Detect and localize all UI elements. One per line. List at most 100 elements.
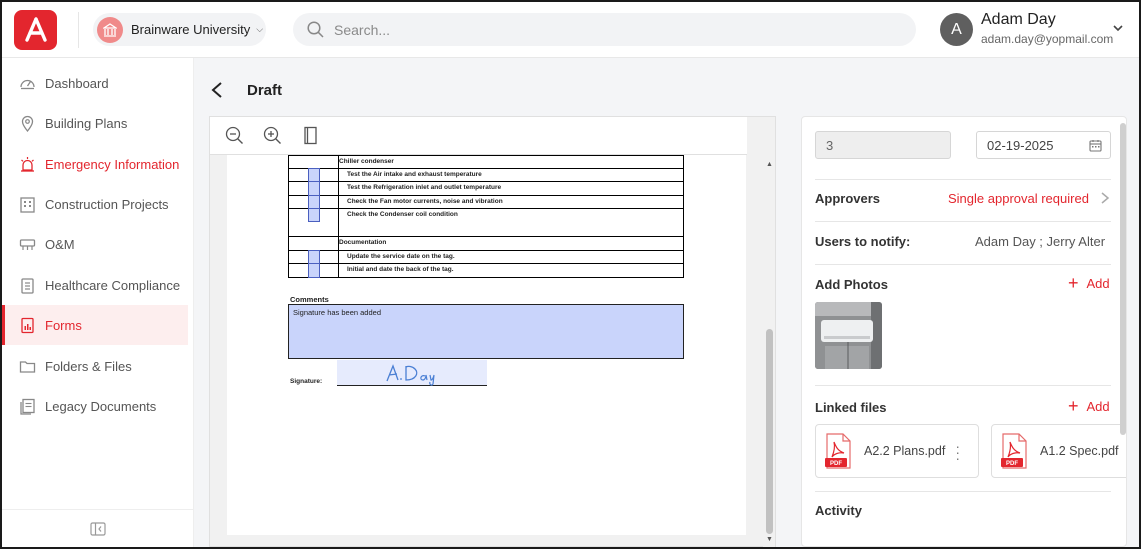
checkbox[interactable]: [308, 250, 320, 264]
panel-scrollbar[interactable]: [1120, 123, 1126, 435]
org-selector[interactable]: Brainware University ⌵: [93, 13, 266, 46]
avatar[interactable]: A: [940, 13, 973, 46]
date-value: 02-19-2025: [987, 138, 1054, 153]
divider: [815, 385, 1111, 386]
handwritten-signature: [386, 364, 435, 386]
activity-label: Activity: [815, 503, 862, 518]
checkbox[interactable]: [308, 168, 320, 182]
photo-thumbnail[interactable]: [815, 302, 882, 369]
photo-image: [815, 302, 882, 369]
svg-text:PDF: PDF: [830, 461, 842, 467]
divider: [78, 12, 79, 48]
scrollbar-thumb[interactable]: [766, 329, 773, 534]
checkbox[interactable]: [308, 208, 320, 222]
file-name: A2.2 Plans.pdf: [864, 444, 946, 458]
zoom-in-button[interactable]: [258, 122, 286, 150]
fit-page-button[interactable]: [296, 122, 324, 150]
divider: [815, 264, 1111, 265]
sidebar-item-label: Legacy Documents: [45, 398, 157, 414]
divider: [815, 491, 1111, 492]
map-pin-icon: [18, 114, 36, 132]
sidebar-item-label: Building Plans: [45, 115, 128, 131]
divider: [815, 221, 1111, 222]
app-logo[interactable]: [14, 10, 57, 50]
add-photos-label: Add Photos: [815, 277, 888, 292]
collapse-sidebar-button[interactable]: [2, 509, 194, 547]
approvers-value[interactable]: Single approval required: [948, 191, 1089, 206]
page-fit-icon: [303, 126, 317, 145]
linked-files-label: Linked files: [815, 400, 887, 415]
sidebar: Dashboard Building Plans Emergency Infor…: [2, 58, 194, 547]
search-bar[interactable]: [293, 13, 916, 46]
zoom-in-icon: [263, 126, 281, 144]
signature-label: Signature:: [290, 378, 323, 385]
approvers-label: Approvers: [815, 191, 881, 206]
more-options-icon[interactable]: · · ·: [955, 439, 960, 465]
form-details-panel: 3 02-19-2025 Approvers Single approval r…: [801, 116, 1127, 547]
sidebar-item-forms[interactable]: Forms: [2, 305, 188, 345]
user-menu-chevron-icon[interactable]: [1112, 22, 1124, 34]
sidebar-item-dashboard[interactable]: Dashboard: [2, 63, 188, 103]
add-photo-button[interactable]: + Add: [1068, 273, 1110, 293]
checkbox[interactable]: [308, 195, 320, 209]
sidebar-item-label: Emergency Information: [45, 156, 180, 172]
zoom-out-button[interactable]: [220, 122, 248, 150]
tools-icon: [18, 235, 36, 253]
table-row: Test the Air intake and exhaust temperat…: [288, 168, 684, 182]
folder-icon: [18, 357, 36, 375]
svg-text:PDF: PDF: [1006, 461, 1018, 467]
form-icon: [18, 316, 36, 334]
scroll-up-icon[interactable]: ▲: [766, 161, 773, 168]
sidebar-item-label: Forms: [45, 317, 82, 333]
sidebar-item-folders-files[interactable]: Folders & Files: [2, 346, 188, 386]
gauge-icon: [18, 74, 36, 92]
linked-file-card[interactable]: PDF A2.2 Plans.pdf · · ·: [815, 424, 979, 478]
signature-field[interactable]: [337, 360, 487, 386]
building-icon: [18, 195, 36, 213]
table-row: Check the Fan motor currents, noise and …: [288, 195, 684, 209]
sidebar-item-emergency-information[interactable]: Emergency Information: [2, 144, 188, 184]
org-name: Brainware University: [131, 22, 251, 37]
sidebar-item-label: Folders & Files: [45, 358, 132, 374]
document-viewer: Chiller condenser Test the Air intake an…: [209, 116, 776, 547]
file-name: A1.2 Spec.pdf: [1040, 444, 1119, 458]
pdf-file-icon: PDF: [1001, 433, 1027, 469]
sidebar-item-label: Healthcare Compliance: [45, 277, 181, 293]
search-icon: [307, 21, 324, 38]
search-input[interactable]: [334, 21, 894, 38]
user-email: adam.day@yopmail.com: [981, 32, 1114, 46]
plus-icon: +: [1068, 273, 1079, 293]
sidebar-item-legacy-documents[interactable]: Legacy Documents: [2, 386, 188, 426]
chevron-right-icon[interactable]: [1100, 191, 1110, 205]
linked-file-card[interactable]: PDF A1.2 Spec.pdf: [991, 424, 1126, 478]
table-row: Test the Refrigeration inlet and outlet …: [288, 181, 684, 196]
sidebar-item-om[interactable]: O&M: [2, 224, 188, 264]
clipboard-icon: [18, 276, 36, 294]
checkbox[interactable]: [308, 263, 320, 278]
plus-icon: +: [1068, 396, 1079, 416]
sidebar-item-healthcare-compliance[interactable]: Healthcare Compliance: [2, 265, 188, 305]
top-bar: Brainware University ⌵ A Adam Day adam.d…: [2, 2, 1139, 58]
divider: [815, 179, 1111, 180]
comments-field[interactable]: Signature has been added: [288, 304, 684, 359]
table-row: Initial and date the back of the tag.: [288, 263, 684, 278]
document-page: Chiller condenser Test the Air intake an…: [227, 155, 746, 535]
sidebar-item-label: Dashboard: [45, 75, 109, 91]
document-icon: [18, 397, 36, 415]
back-arrow-icon[interactable]: [210, 81, 226, 99]
table-row: Update the service date on the tag.: [288, 250, 684, 264]
calendar-icon[interactable]: [1089, 139, 1102, 152]
notify-label: Users to notify:: [815, 234, 911, 249]
pdf-file-icon: PDF: [825, 433, 851, 469]
date-field[interactable]: 02-19-2025: [976, 131, 1111, 159]
notify-users-value[interactable]: Adam Day ; Jerry Alter: [975, 234, 1115, 249]
checkbox[interactable]: [308, 181, 320, 196]
sidebar-item-building-plans[interactable]: Building Plans: [2, 103, 188, 143]
add-linked-file-button[interactable]: + Add: [1068, 396, 1110, 416]
page-title: Draft: [247, 82, 283, 99]
scroll-down-icon[interactable]: ▼: [766, 536, 773, 543]
viewer-toolbar: [210, 117, 747, 155]
sidebar-item-construction-projects[interactable]: Construction Projects: [2, 184, 188, 224]
form-number-field: 3: [815, 131, 951, 159]
zoom-out-icon: [225, 126, 243, 144]
